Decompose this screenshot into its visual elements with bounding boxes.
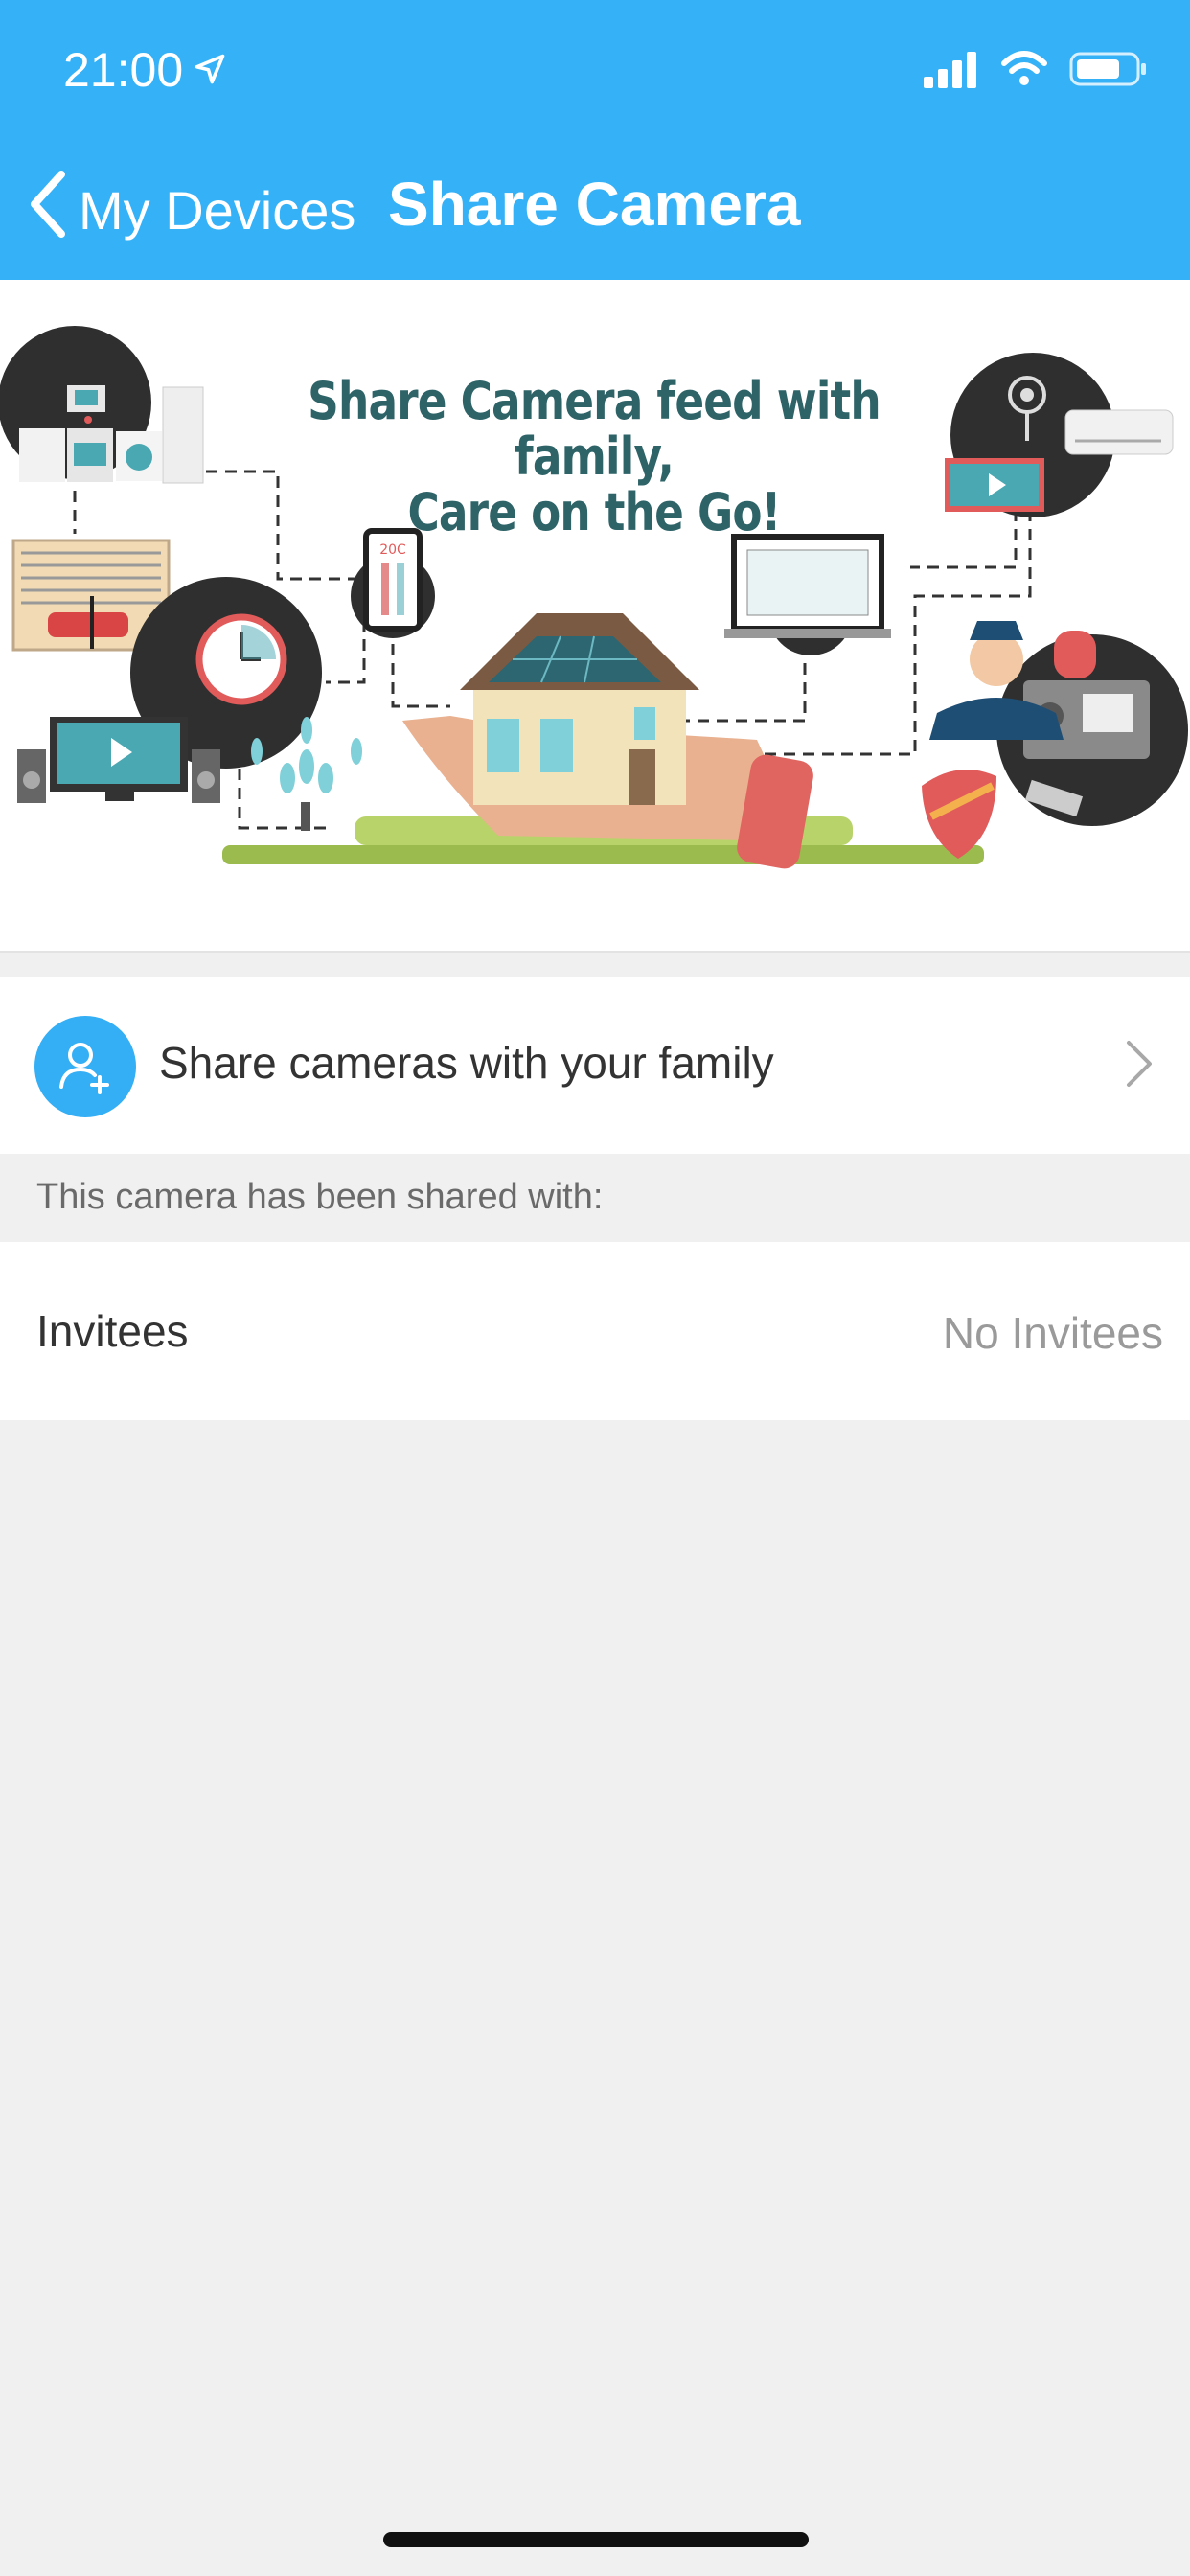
banner-headline: Share Camera feed with family, Care on t…	[272, 374, 916, 540]
navigation-header: 21:00 My Devices Share Camera	[0, 0, 1190, 280]
banner-headline-line1: Share Camera feed with family,	[308, 371, 881, 487]
chevron-left-icon	[27, 171, 69, 250]
status-bar-indicators	[922, 50, 1148, 93]
shared-with-caption: This camera has been shared with:	[36, 1177, 604, 1217]
add-user-icon	[34, 1016, 136, 1117]
share-cameras-row[interactable]: Share cameras with your family	[0, 978, 1190, 1154]
location-arrow-icon	[193, 42, 227, 98]
back-button[interactable]: My Devices	[27, 171, 355, 250]
back-button-label: My Devices	[79, 180, 356, 241]
page-title: Share Camera	[388, 170, 801, 239]
home-indicator[interactable]	[383, 2532, 809, 2547]
thermostat-reading: 20C	[379, 542, 406, 558]
invitees-row[interactable]: Invitees No Invitees	[0, 1242, 1190, 1420]
share-banner-illustration: 20C Share Camera feed with family, Care …	[0, 280, 1190, 953]
banner-headline-line2: Care on the Go!	[407, 482, 781, 542]
signal-icon	[922, 50, 979, 93]
share-cameras-label: Share cameras with your family	[159, 1038, 774, 1088]
invitees-label: Invitees	[36, 1306, 189, 1356]
chevron-right-icon	[1125, 1039, 1154, 1093]
status-bar-time: 21:00	[63, 42, 227, 98]
status-time-text: 21:00	[63, 43, 184, 97]
battery-icon	[1069, 50, 1148, 93]
wifi-icon	[1000, 50, 1048, 93]
invitees-value: No Invitees	[942, 1308, 1163, 1358]
